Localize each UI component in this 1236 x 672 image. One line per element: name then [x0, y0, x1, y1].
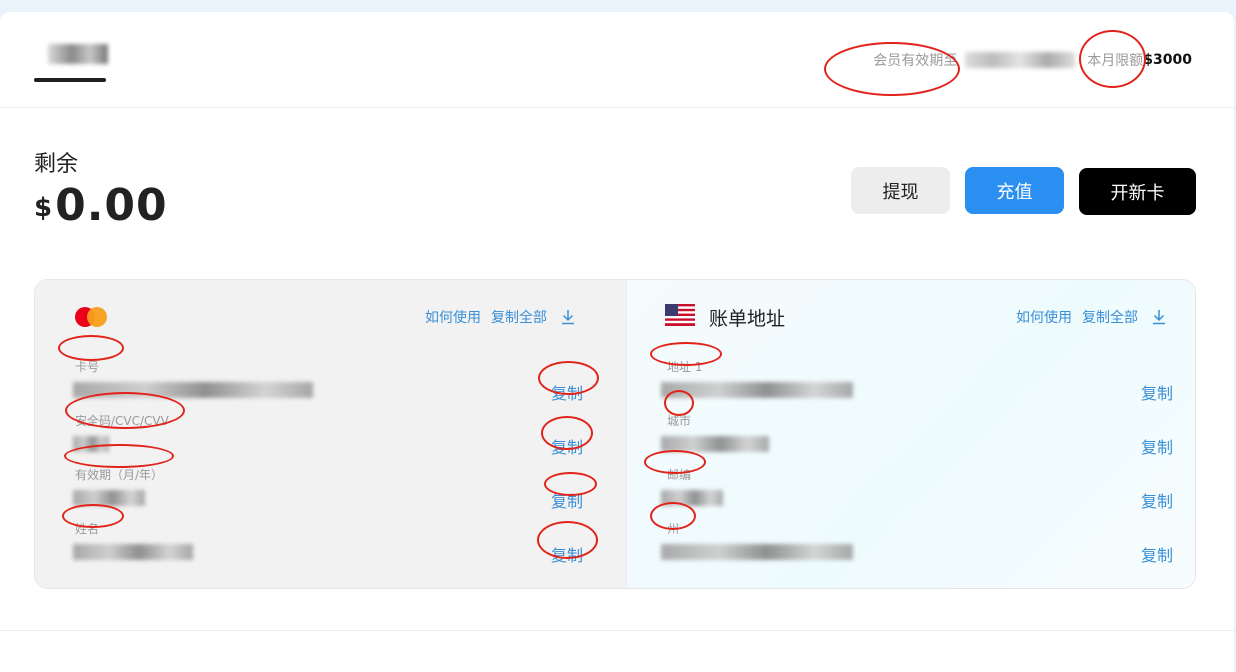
tab-underline — [34, 78, 106, 82]
copy-city-button[interactable]: 复制 — [1141, 434, 1173, 458]
cvv-label: 安全码/CVC/CVV — [75, 414, 169, 428]
copy-address1-button[interactable]: 复制 — [1141, 380, 1173, 404]
billing-how-to-use-link[interactable]: 如何使用 — [1016, 307, 1072, 327]
bottom-divider — [0, 630, 1234, 631]
card-info-section: 如何使用 复制全部 卡号 复制 安全码/CVC/CVV 复制 有效期（月/年） … — [35, 280, 626, 588]
tab-label-redacted — [48, 44, 108, 64]
card-actions: 如何使用 复制全部 — [425, 307, 575, 327]
card-how-to-use-link[interactable]: 如何使用 — [425, 307, 481, 327]
header: 会员有效期至 本月限额 $3000 — [0, 12, 1234, 108]
address1-value-redacted — [661, 382, 853, 398]
recharge-button[interactable]: 充值 — [965, 167, 1064, 214]
city-value-redacted — [661, 436, 769, 452]
zip-label: 邮编 — [667, 468, 692, 482]
billing-title: 账单地址 — [709, 308, 786, 330]
cvv-value-redacted — [73, 436, 109, 452]
download-icon[interactable] — [1152, 309, 1166, 325]
copy-card-number-button[interactable]: 复制 — [551, 380, 583, 404]
card-details-box: 如何使用 复制全部 卡号 复制 安全码/CVC/CVV 复制 有效期（月/年） … — [34, 279, 1196, 589]
membership-info: 会员有效期至 本月限额 $3000 — [873, 50, 1192, 70]
card-number-label: 卡号 — [75, 360, 100, 374]
card-number-value-redacted — [73, 382, 313, 398]
balance-amount: $ 0.00 — [34, 184, 168, 228]
copy-zip-button[interactable]: 复制 — [1141, 488, 1173, 512]
new-card-button[interactable]: 开新卡 — [1079, 168, 1196, 215]
membership-expiry-label: 会员有效期至 — [873, 53, 958, 69]
card-copy-all-link[interactable]: 复制全部 — [491, 307, 547, 327]
zip-value-redacted — [661, 490, 723, 506]
city-label: 城市 — [667, 414, 692, 428]
mastercard-logo-icon — [75, 307, 111, 327]
expiry-value-redacted — [73, 490, 145, 506]
download-icon[interactable] — [561, 309, 575, 325]
expiry-label: 有效期（月/年） — [75, 468, 164, 482]
balance-value: 0.00 — [55, 180, 168, 231]
state-value-redacted — [661, 544, 853, 560]
name-value-redacted — [73, 544, 193, 560]
active-tab[interactable] — [34, 40, 108, 82]
balance-currency: $ — [34, 193, 53, 223]
billing-address-section: 账单地址 如何使用 复制全部 地址 1 复制 城市 复制 邮编 复制 州 复制 — [626, 280, 1195, 588]
monthly-limit-value: $3000 — [1143, 52, 1192, 68]
state-label: 州 — [667, 522, 680, 536]
membership-expiry-value-redacted — [965, 52, 1076, 68]
us-flag-icon — [665, 304, 695, 326]
copy-name-button[interactable]: 复制 — [551, 542, 583, 566]
copy-state-button[interactable]: 复制 — [1141, 542, 1173, 566]
withdraw-button[interactable]: 提现 — [851, 167, 950, 214]
billing-copy-all-link[interactable]: 复制全部 — [1082, 307, 1138, 327]
main-panel: 会员有效期至 本月限额 $3000 剩余 $ 0.00 提现 充值 开新卡 如何… — [0, 12, 1234, 672]
copy-expiry-button[interactable]: 复制 — [551, 488, 583, 512]
billing-actions: 如何使用 复制全部 — [1016, 307, 1166, 327]
monthly-limit-label: 本月限额 — [1087, 53, 1144, 69]
copy-cvv-button[interactable]: 复制 — [551, 434, 583, 458]
name-label: 姓名 — [75, 522, 100, 536]
balance-label: 剩余 — [34, 152, 79, 177]
address1-label: 地址 1 — [667, 360, 703, 374]
